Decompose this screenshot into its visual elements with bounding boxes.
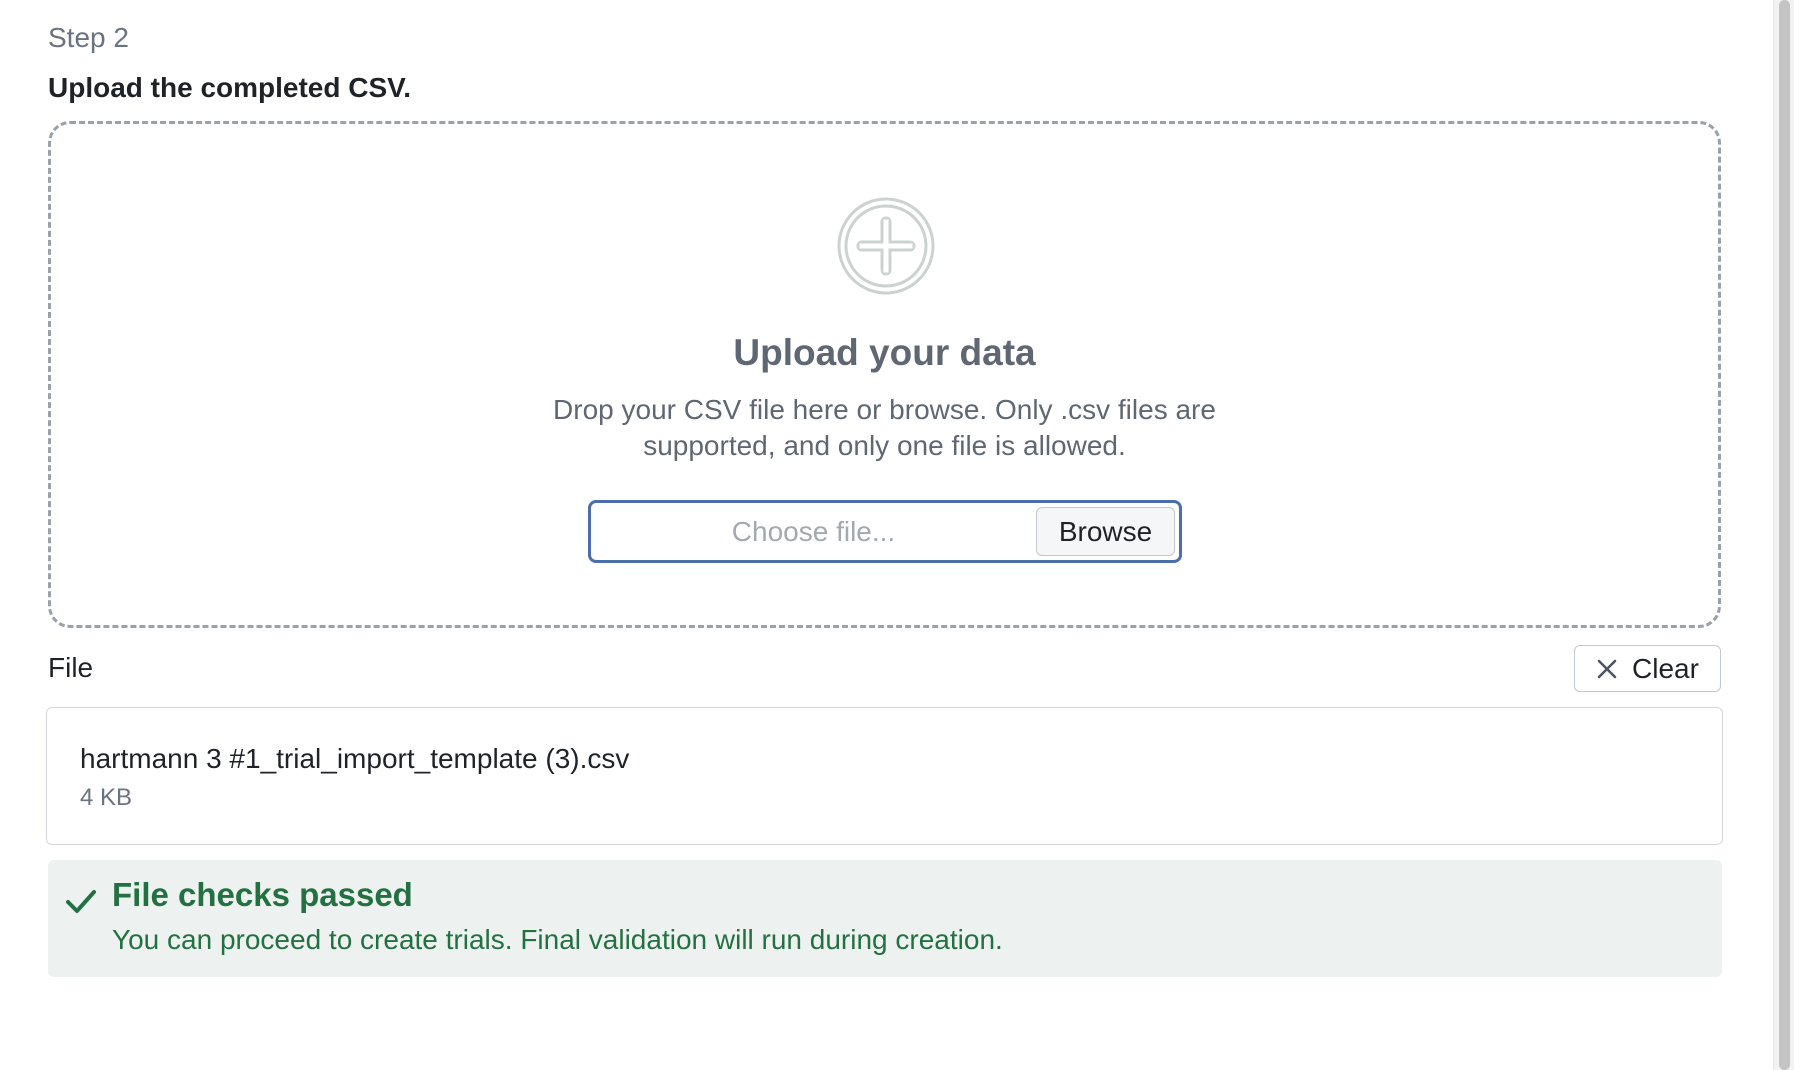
uploaded-file-card: hartmann 3 #1_trial_import_template (3).… — [46, 707, 1723, 845]
file-chooser-input[interactable]: Choose file... Browse — [588, 500, 1182, 563]
upload-page: Step 2 Upload the completed CSV. Upload … — [0, 0, 1794, 1070]
success-alert: File checks passed You can proceed to cr… — [48, 860, 1722, 977]
file-section-label: File — [48, 652, 94, 683]
file-dropzone[interactable]: Upload your data Drop your CSV file here… — [48, 121, 1721, 628]
checkmark-icon — [66, 890, 96, 913]
step-label: Step 2 — [48, 22, 129, 53]
upload-heading: Upload your data — [733, 332, 1036, 373]
clear-button[interactable]: Clear — [1574, 645, 1721, 692]
browse-button[interactable]: Browse — [1036, 507, 1175, 556]
clear-button-label: Clear — [1632, 652, 1699, 684]
file-name: hartmann 3 #1_trial_import_template (3).… — [80, 743, 630, 774]
alert-title: File checks passed — [112, 876, 413, 913]
file-input-placeholder[interactable]: Choose file... — [591, 503, 1036, 560]
step-title: Upload the completed CSV. — [48, 72, 412, 103]
alert-message: You can proceed to create trials. Final … — [112, 924, 1003, 955]
upload-description: Drop your CSV file here or browse. Only … — [553, 394, 1216, 461]
plus-circle-icon — [837, 197, 935, 295]
file-size: 4 KB — [80, 784, 133, 811]
close-icon — [1597, 659, 1617, 678]
scrollbar-thumb[interactable] — [1779, 0, 1790, 1070]
vertical-scrollbar[interactable] — [1773, 0, 1794, 1070]
